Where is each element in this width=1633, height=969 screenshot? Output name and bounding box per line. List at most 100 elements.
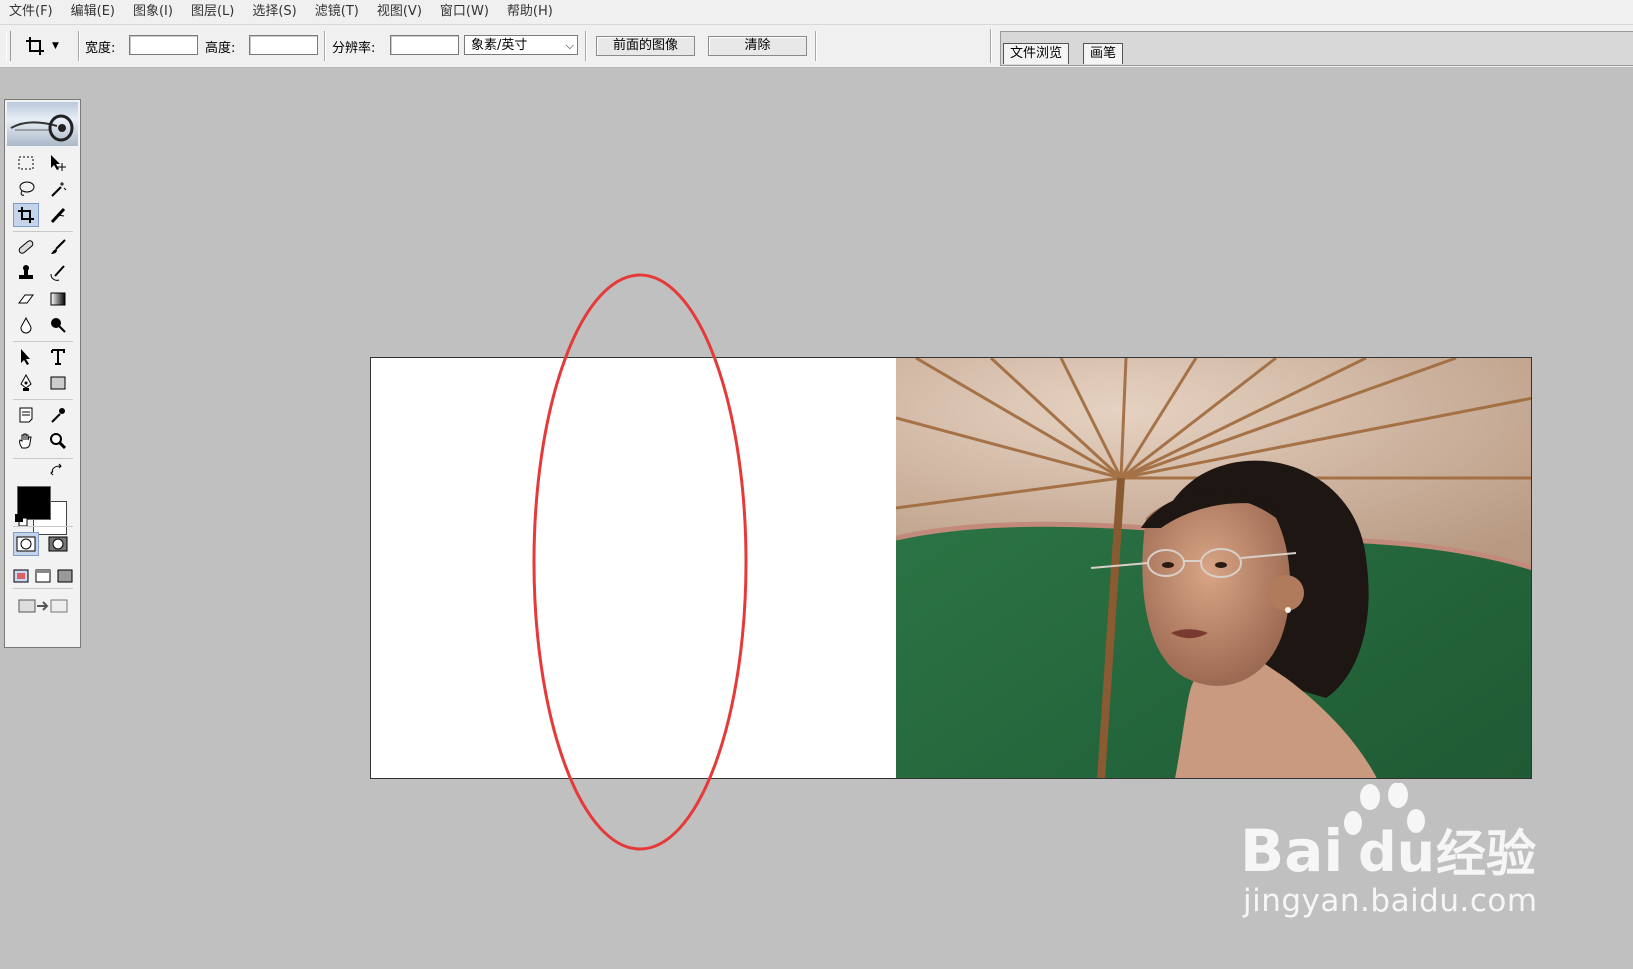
tab-brushes[interactable]: 画笔 [1083, 43, 1124, 64]
menu-file[interactable]: 文件(F) [0, 0, 62, 24]
full-screen-menu-mode-button[interactable] [33, 564, 53, 588]
baidu-logo: Bai du 经验 [1240, 782, 1536, 885]
palette-well: 文件浏览 画笔 [1000, 31, 1633, 66]
zoom-icon [50, 433, 67, 450]
tool-blur[interactable] [13, 313, 39, 337]
toolbox-separator [13, 341, 73, 342]
options-bar-grip[interactable] [6, 31, 11, 61]
tool-zoom[interactable] [45, 429, 71, 453]
stamp-icon [19, 265, 33, 279]
hand-icon [19, 433, 32, 449]
tool-eyedropper[interactable] [45, 403, 71, 427]
tool-move[interactable] [45, 151, 71, 175]
resolution-input[interactable] [390, 35, 459, 55]
tool-dodge[interactable] [45, 313, 71, 337]
eye-feather-icon [10, 114, 74, 142]
tool-type[interactable] [45, 345, 71, 369]
resolution-unit-select[interactable]: 象素/英寸 ⌵ [464, 35, 578, 55]
menu-image[interactable]: 图象(I) [124, 0, 182, 24]
tool-lasso[interactable] [13, 177, 39, 201]
menu-filter[interactable]: 滤镜(T) [306, 0, 368, 24]
jump-to-imageready-icon [18, 599, 68, 613]
screen-mode-full-icon [57, 569, 73, 583]
svg-text:Bai: Bai [1240, 817, 1343, 883]
jump-to-imageready-button[interactable] [13, 594, 73, 618]
marquee-icon [18, 156, 34, 170]
drop-icon [20, 316, 32, 334]
full-screen-mode-button[interactable] [55, 564, 75, 588]
slice-icon [50, 207, 66, 224]
tool-pen[interactable] [13, 371, 39, 395]
crop-icon [26, 37, 44, 55]
baidu-jingyan-watermark: Bai du 经验 jingyan.baidu.com [1240, 782, 1620, 943]
toolbox-separator [13, 399, 73, 400]
tab-file-browser[interactable]: 文件浏览 [1003, 43, 1070, 64]
quick-mask-mode-button[interactable] [45, 532, 71, 556]
tool-healing-brush[interactable] [13, 235, 39, 259]
tool-path-selection[interactable] [13, 345, 39, 369]
tool-notes[interactable] [13, 403, 39, 427]
toolbox-separator [13, 231, 73, 232]
tool-eraser[interactable] [13, 287, 39, 311]
menu-window[interactable]: 窗口(W) [431, 0, 498, 24]
front-image-button[interactable]: 前面的图像 [596, 36, 695, 56]
notes-icon [19, 407, 33, 423]
lasso-icon [19, 181, 35, 196]
toolbox-separator [13, 458, 73, 459]
tool-slice[interactable] [45, 203, 71, 227]
options-separator [815, 31, 817, 61]
gradient-icon [50, 292, 66, 306]
rectangle-shape-icon [50, 376, 66, 390]
toolbox [4, 99, 81, 648]
screen-mode-standard-icon [13, 569, 29, 583]
default-colors-icon [15, 514, 28, 527]
tool-brush[interactable] [45, 235, 71, 259]
preset-dropdown-icon: ▼ [52, 41, 59, 51]
tool-preset-picker[interactable]: ▼ [24, 34, 72, 58]
resolution-unit-value: 象素/英寸 [471, 38, 528, 53]
eraser-icon [18, 294, 34, 304]
swap-arrows-icon [50, 463, 62, 476]
menu-view[interactable]: 视图(V) [368, 0, 431, 24]
document-canvas[interactable] [370, 357, 1532, 779]
photo-woman-with-umbrella [895, 358, 1531, 778]
adobe-online-logo[interactable] [7, 102, 78, 146]
swap-colors-button[interactable] [49, 462, 65, 478]
svg-text:du: du [1358, 821, 1435, 883]
tool-clone-stamp[interactable] [13, 261, 39, 285]
type-icon [51, 349, 65, 365]
tool-options-bar: ▼ 宽度: 高度: 分辨率: 象素/英寸 ⌵ 前面的图像 清除 文件浏览 画笔 [0, 25, 1633, 68]
crop-icon [18, 207, 34, 223]
tool-gradient[interactable] [45, 287, 71, 311]
tool-shape[interactable] [45, 371, 71, 395]
tool-history-brush[interactable] [45, 261, 71, 285]
move-icon [51, 155, 66, 171]
width-label: 宽度: [85, 41, 116, 56]
tool-crop[interactable] [13, 203, 39, 227]
options-separator [78, 31, 80, 61]
menu-bar: 文件(F) 编辑(E) 图象(I) 图层(L) 选择(S) 滤镜(T) 视图(V… [0, 0, 1633, 25]
svg-text:经验: 经验 [1436, 825, 1536, 883]
tool-magic-wand[interactable] [45, 177, 71, 201]
standard-screen-mode-button[interactable] [11, 564, 31, 588]
standard-mode-button[interactable] [13, 532, 39, 556]
menu-select[interactable]: 选择(S) [243, 0, 305, 24]
history-brush-icon [50, 265, 65, 281]
width-input[interactable] [129, 35, 198, 55]
tool-hand[interactable] [13, 429, 39, 453]
screen-mode-menu-icon [35, 569, 51, 583]
magic-wand-icon [51, 182, 67, 197]
menu-help[interactable]: 帮助(H) [498, 0, 562, 24]
menu-edit[interactable]: 编辑(E) [62, 0, 124, 24]
height-input[interactable] [249, 35, 318, 55]
menu-layer[interactable]: 图层(L) [182, 0, 243, 24]
options-separator [324, 31, 326, 61]
watermark-domain: jingyan.baidu.com [1243, 883, 1538, 919]
options-separator [990, 29, 992, 63]
standard-mode-icon [16, 536, 36, 552]
quick-mask-icon [48, 536, 68, 552]
clear-button[interactable]: 清除 [708, 36, 807, 56]
tool-marquee[interactable] [13, 151, 39, 175]
toolbox-separator [13, 526, 73, 527]
eyedropper-icon [51, 408, 65, 423]
